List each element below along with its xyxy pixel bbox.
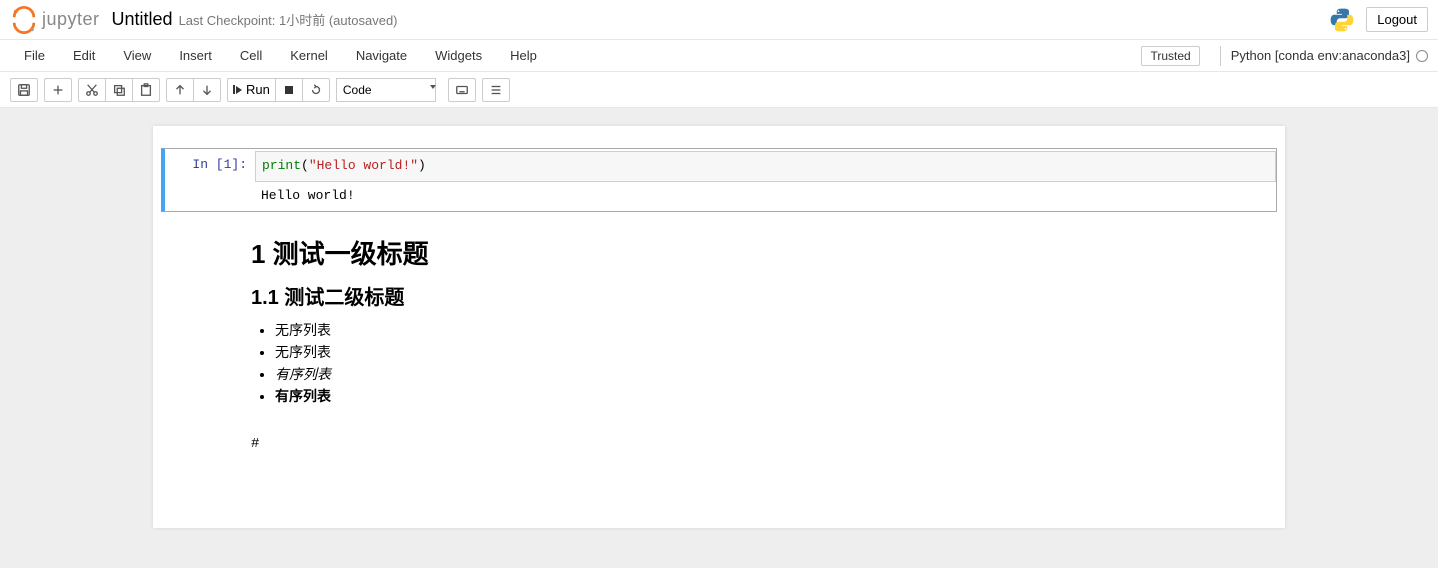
play-icon <box>236 86 242 94</box>
checkpoint-info: Last Checkpoint: 1小时前 (autosaved) <box>179 10 398 29</box>
arrow-up-icon <box>173 83 187 97</box>
menu-widgets[interactable]: Widgets <box>421 42 496 69</box>
code-paren-r: ) <box>418 158 426 173</box>
divider <box>1220 46 1221 66</box>
header-bar: jupyter Untitled Last Checkpoint: 1小时前 (… <box>0 0 1438 40</box>
paste-button[interactable] <box>132 78 160 102</box>
jupyter-icon <box>10 6 38 34</box>
input-prompt: In [1]: <box>165 151 255 209</box>
heading-1: 1 测试一级标题 <box>251 234 1277 271</box>
markdown-cell[interactable]: 1 测试一级标题 1.1 测试二级标题 无序列表 无序列表 有序列表 有序列表 <box>153 214 1285 418</box>
arrow-down-icon <box>200 83 214 97</box>
list-item: 无序列表 <box>275 320 1277 340</box>
jupyter-logo[interactable]: jupyter <box>10 6 100 34</box>
save-icon <box>17 83 31 97</box>
run-bar-icon <box>233 85 235 94</box>
add-cell-button[interactable] <box>44 78 72 102</box>
command-palette-button[interactable] <box>448 78 476 102</box>
menu-view[interactable]: View <box>109 42 165 69</box>
stop-icon <box>285 86 293 94</box>
kernel-indicator-icon <box>1416 50 1428 62</box>
list-icon <box>489 83 503 97</box>
toc-button[interactable] <box>482 78 510 102</box>
menu-file[interactable]: File <box>10 42 59 69</box>
heading-2: 1.1 测试二级标题 <box>251 281 1277 310</box>
menu-bar: File Edit View Insert Cell Kernel Naviga… <box>0 40 1438 72</box>
code-paren-l: ( <box>301 158 309 173</box>
notebook-canvas: In [1]: print("Hello world!") Hello worl… <box>0 108 1438 568</box>
cell-type-select[interactable]: Code <box>336 78 436 102</box>
list-item: 有序列表 <box>275 386 1277 406</box>
interrupt-button[interactable] <box>275 78 303 102</box>
copy-icon <box>112 83 126 97</box>
run-button[interactable]: Run <box>227 78 276 102</box>
code-output: Hello world! <box>255 182 1276 209</box>
run-label: Run <box>246 82 270 97</box>
code-fn: print <box>262 158 301 173</box>
code-stub[interactable]: # <box>153 418 1285 458</box>
code-string: "Hello world!" <box>309 158 418 173</box>
notebook-container: In [1]: print("Hello world!") Hello worl… <box>153 126 1285 528</box>
list-item: 有序列表 <box>275 364 1277 384</box>
menu-insert[interactable]: Insert <box>165 42 226 69</box>
restart-button[interactable] <box>302 78 330 102</box>
paste-icon <box>139 83 153 97</box>
menu-help[interactable]: Help <box>496 42 551 69</box>
jupyter-logo-text: jupyter <box>42 9 100 30</box>
move-down-button[interactable] <box>193 78 221 102</box>
list-item: 无序列表 <box>275 342 1277 362</box>
logout-button[interactable]: Logout <box>1366 7 1428 32</box>
menu-navigate[interactable]: Navigate <box>342 42 421 69</box>
code-input[interactable]: print("Hello world!") <box>255 151 1276 182</box>
kernel-name[interactable]: Python [conda env:anaconda3] <box>1231 48 1410 63</box>
copy-button[interactable] <box>105 78 133 102</box>
menu-cell[interactable]: Cell <box>226 42 276 69</box>
notebook-title[interactable]: Untitled <box>112 9 173 30</box>
plus-icon <box>51 83 65 97</box>
menu-edit[interactable]: Edit <box>59 42 109 69</box>
save-button[interactable] <box>10 78 38 102</box>
python-icon <box>1328 6 1356 34</box>
code-cell-1[interactable]: In [1]: print("Hello world!") Hello worl… <box>161 148 1277 212</box>
scissors-icon <box>85 83 99 97</box>
restart-icon <box>309 83 323 97</box>
cut-button[interactable] <box>78 78 106 102</box>
bullet-list: 无序列表 无序列表 有序列表 有序列表 <box>275 320 1277 406</box>
trusted-badge[interactable]: Trusted <box>1141 46 1199 66</box>
keyboard-icon <box>455 83 469 97</box>
toolbar: Run Code <box>0 72 1438 108</box>
move-up-button[interactable] <box>166 78 194 102</box>
menu-kernel[interactable]: Kernel <box>276 42 342 69</box>
